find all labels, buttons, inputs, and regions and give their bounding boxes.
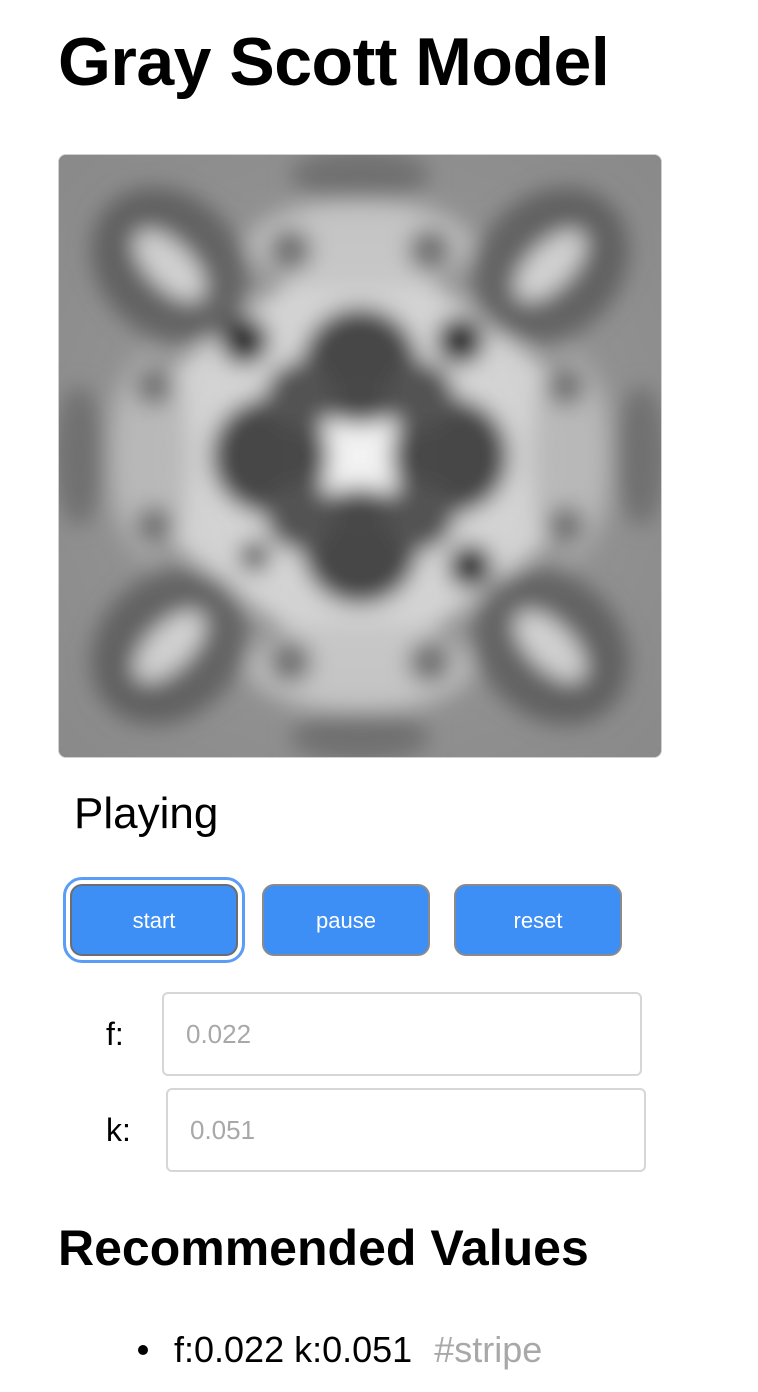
bullet-icon	[138, 1345, 148, 1355]
recommended-tag: #stripe	[434, 1329, 543, 1370]
recommended-list: f:0.022 k:0.051 #stripe	[138, 1322, 542, 1378]
reaction-diffusion-pattern	[59, 155, 661, 757]
pause-button[interactable]: pause	[262, 884, 430, 956]
f-input[interactable]	[162, 992, 642, 1076]
status-text: Playing	[74, 789, 219, 838]
f-label: f:	[106, 1016, 124, 1052]
page-title: Gray Scott Model	[58, 24, 610, 100]
reset-button[interactable]: reset	[454, 884, 622, 956]
simulation-canvas[interactable]	[58, 154, 662, 758]
k-label: k:	[106, 1112, 131, 1148]
list-item[interactable]: f:0.022 k:0.051 #stripe	[138, 1322, 542, 1378]
k-input[interactable]	[166, 1088, 646, 1172]
recommended-values: f:0.022 k:0.051	[174, 1329, 413, 1370]
recommended-heading: Recommended Values	[58, 1220, 589, 1276]
start-button[interactable]: start	[63, 877, 245, 963]
